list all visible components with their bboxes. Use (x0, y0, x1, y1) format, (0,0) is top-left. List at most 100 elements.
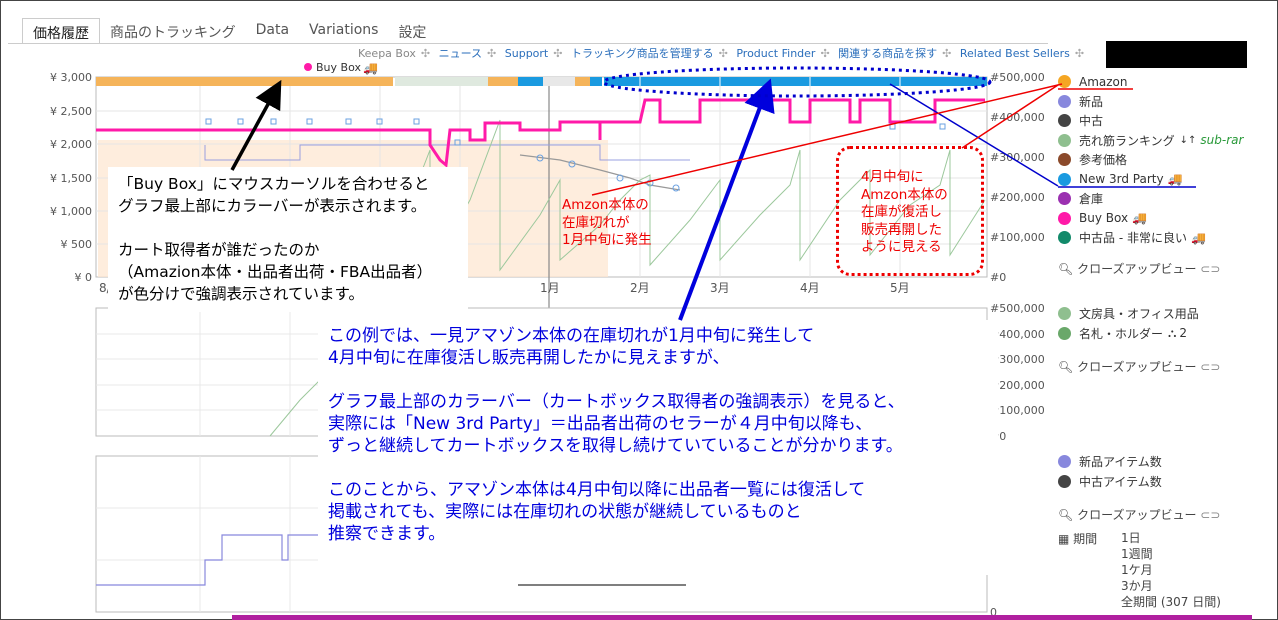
legend-dot-icon (1058, 211, 1071, 225)
legend-item-new-3rd-party[interactable]: New 3rd Party 🚚 (1058, 170, 1243, 190)
truck-icon: 🚚 (1132, 211, 1148, 226)
period-option[interactable]: 1ケ月 (1121, 562, 1241, 578)
bottom-accent-bar (232, 615, 1252, 620)
legend-item-amazon[interactable]: Amazon (1058, 72, 1243, 92)
legend-label: 新品アイテム数 (1079, 455, 1162, 470)
rank-tick: #0 (990, 271, 1006, 284)
note-line: 4月中旬に (861, 169, 924, 185)
buybox-series-label[interactable]: Buy Box (316, 61, 361, 74)
hierarchy-icon: ⛬ (1168, 325, 1177, 340)
legend-label: 文房具・オフィス用品 (1079, 307, 1199, 322)
note-line: 「Buy Box」にマウスカーソルを合わせると (118, 175, 430, 193)
legend-item-list-price[interactable]: 参考価格 (1058, 150, 1243, 170)
period-option[interactable]: 1日 (1121, 530, 1241, 546)
buybox-bar-3rd-party (518, 77, 543, 86)
y-tick: ¥ 1,500 (50, 172, 92, 185)
rank-tick: #300,000 (990, 151, 1045, 164)
legend-dot-icon (1058, 94, 1071, 108)
rank-tick: #200,000 (990, 379, 1045, 392)
buybox-bar-amazon (575, 77, 590, 86)
legend-label: New 3rd Party (1079, 172, 1164, 187)
legend-dot-icon (1058, 326, 1071, 340)
sort-icon[interactable]: ↓↑ (1180, 135, 1197, 146)
rank-tick: #200,000 (990, 191, 1045, 204)
legend-label: Amazon (1079, 74, 1128, 89)
note-paragraph: グラフ最上部のカラーバー（カートボックス取得者の強調表示）を見ると、 実際には「… (328, 391, 988, 457)
y-axis-right-top: #500,000 #400,000 #300,000 #200,000 #100… (990, 71, 1045, 284)
legend-price: Amazon 新品 中古 売れ筋ランキング ↓↑ sub-rar 参考価格 New … (1058, 72, 1243, 248)
buybox-bar-3rd-party (604, 77, 987, 86)
legend-count: 新品アイテム数 中古アイテム数 (1058, 452, 1162, 491)
note-line: Amzon本体の (861, 186, 948, 203)
y-axis-left: ¥ 3,000 ¥ 2,500 ¥ 2,000 ¥ 1,500 ¥ 1,000 … (50, 71, 92, 284)
subcategory-link[interactable]: sub-rar (1200, 133, 1243, 147)
period-selector: ▦ 期間 1日 1週間 1ケ月 3か月 全期間 (307 日間) (1058, 530, 1221, 609)
y-tick: ¥ 2,500 (50, 105, 92, 118)
period-option[interactable]: 3か月 (1121, 578, 1241, 594)
legend-item-warehouse[interactable]: 倉庫 (1058, 189, 1243, 209)
rank-tick: #500,000 (990, 71, 1045, 84)
legend-dot-icon (1058, 307, 1071, 321)
legend-dot-icon (1058, 133, 1071, 147)
x-tick: 2月 (630, 281, 650, 295)
legend-item-category[interactable]: 文房具・オフィス用品 (1058, 304, 1199, 324)
search-icon: 🔍︎ (1058, 262, 1078, 276)
legend-dot-icon (1058, 153, 1071, 167)
rank-tick: #100,000 (990, 231, 1045, 244)
legend-label: 倉庫 (1079, 192, 1104, 207)
y-tick: ¥ 0 (75, 271, 93, 284)
legend-item-used-count[interactable]: 中古アイテム数 (1058, 472, 1162, 492)
legend-label: Buy Box (1079, 211, 1129, 226)
closeup-toggle-price[interactable]: 🔍︎ クローズアップビュー ⊂⊃ (1058, 260, 1220, 277)
y-tick: ¥ 500 (61, 238, 93, 251)
closeup-label: クローズアップビュー (1077, 508, 1197, 522)
legend-label: 名札・ホルダー (1079, 326, 1164, 341)
y-tick: ¥ 1,000 (50, 205, 92, 218)
legend-item-used[interactable]: 中古 (1058, 111, 1243, 131)
note-line: 在庫が復活し (861, 204, 942, 220)
closeup-label: クローズアップビュー (1077, 262, 1197, 276)
truck-icon: 🚚 (1190, 230, 1206, 245)
y-tick: ¥ 3,000 (50, 71, 92, 84)
x-tick: 3月 (710, 281, 730, 295)
legend-dot-icon (1058, 172, 1071, 186)
rank-tick: #500,000 (990, 302, 1045, 315)
closeup-label: クローズアップビュー (1077, 360, 1197, 374)
period-option[interactable]: 1週間 (1121, 546, 1241, 562)
calendar-icon: ▦ (1058, 532, 1074, 546)
legend-item-sales-rank[interactable]: 売れ筋ランキング ↓↑ sub-rar (1058, 131, 1243, 151)
legend-dot-icon (1058, 75, 1071, 89)
legend-item-subcategory[interactable]: 名札・ホルダー ⛬ 2 (1058, 324, 1199, 344)
legend-dot-icon (1058, 231, 1071, 245)
y-tick: ¥ 2,000 (50, 138, 92, 151)
search-icon: 🔍︎ (1058, 508, 1078, 522)
closeup-toggle-rank[interactable]: 🔍︎ クローズアップビュー ⊂⊃ (1058, 358, 1220, 375)
note-line: 4月中旬に在庫復活し販売再開したかに見えますが、 (328, 348, 730, 368)
toggle-icon: ⊂⊃ (1200, 262, 1221, 276)
toggle-icon: ⊂⊃ (1200, 360, 1221, 374)
note-line: この例では、一見アマゾン本体の在庫切れが1月中旬に発生して (328, 326, 815, 346)
period-options: 1日 1週間 1ケ月 3か月 全期間 (307 日間) (1121, 530, 1241, 610)
annotation-explanation: この例では、一見アマゾン本体の在庫切れが1月中旬に発生して 4月中旬に在庫復活し… (318, 320, 998, 575)
rank-tick: #100,000 (990, 404, 1045, 417)
note-line: グラフ最上部にカラーバーが表示されます。 (118, 197, 427, 215)
note-line: （Amazion本体・出品者出荷・FBA出品者） (118, 263, 433, 281)
note-paragraph: この例では、一見アマゾン本体の在庫切れが1月中旬に発生して 4月中旬に在庫復活し… (328, 325, 988, 369)
legend-item-new[interactable]: 新品 (1058, 92, 1243, 112)
legend-item-buybox[interactable]: Buy Box 🚚 (1058, 209, 1243, 229)
legend-item-used-very-good[interactable]: 中古品 - 非常に良い 🚚 (1058, 228, 1243, 248)
legend-label: 参考価格 (1079, 153, 1128, 168)
legend-item-new-count[interactable]: 新品アイテム数 (1058, 452, 1162, 472)
note-line: グラフ最上部のカラーバー（カートボックス取得者の強調表示）を見ると、 (328, 392, 905, 412)
truck-icon: 🚚 (363, 61, 378, 75)
note-line: ように見える (861, 239, 942, 255)
note-line: カート取得者が誰だったのか (118, 241, 320, 259)
note-line: ずっと継続してカートボックスを取得し続けていていることが分かります。 (328, 436, 903, 456)
buybox-bar-3rd-party (590, 77, 602, 86)
legend-label: 新品 (1079, 94, 1104, 109)
period-option[interactable]: 全期間 (307 日間) (1121, 594, 1241, 610)
rank-tick: #400,000 (990, 111, 1045, 124)
note-line: このことから、アマゾン本体は4月中旬以降に出品者一覧には復活して (328, 480, 866, 500)
legend-label: 中古 (1079, 114, 1104, 129)
closeup-toggle-count[interactable]: 🔍︎ クローズアップビュー ⊂⊃ (1058, 506, 1220, 523)
